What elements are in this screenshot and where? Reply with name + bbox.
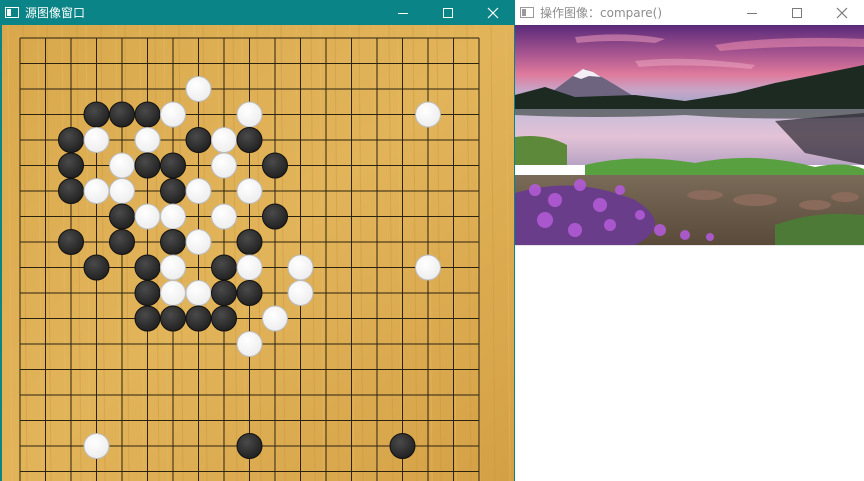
- operation-window-title-bar[interactable]: 操作图像：compare(): [515, 0, 864, 25]
- close-icon: [836, 7, 847, 18]
- white-stone: [211, 203, 237, 230]
- black-stone: [134, 152, 161, 179]
- operation-image-window: 操作图像：compare(): [515, 0, 864, 481]
- black-stone: [236, 229, 263, 255]
- go-board-image: [2, 25, 514, 481]
- minimize-button[interactable]: [380, 0, 425, 25]
- black-stone: [211, 280, 237, 306]
- black-stone: [134, 101, 161, 128]
- black-stone: [236, 280, 263, 306]
- white-stone: [236, 254, 263, 281]
- close-icon: [487, 7, 498, 18]
- white-stone: [83, 433, 110, 459]
- black-stone: [211, 254, 237, 281]
- white-stone: [211, 152, 237, 179]
- minimize-button[interactable]: [729, 0, 774, 25]
- close-button[interactable]: [470, 0, 515, 25]
- white-stone: [134, 203, 161, 230]
- black-stone: [134, 280, 161, 306]
- black-stone: [109, 101, 135, 128]
- black-stone: [160, 229, 186, 255]
- white-stone: [236, 331, 263, 357]
- black-stone: [160, 305, 186, 332]
- black-stone: [160, 178, 186, 204]
- black-stone: [262, 152, 288, 179]
- white-stone: [262, 305, 288, 332]
- source-image-window: 源图像窗口: [0, 0, 515, 481]
- operation-window-title: 操作图像：compare(): [540, 6, 663, 20]
- white-stone: [83, 127, 110, 153]
- white-stone: [211, 127, 237, 153]
- black-stone: [109, 203, 135, 230]
- black-stone: [211, 305, 237, 332]
- minimize-icon: [397, 12, 408, 14]
- white-stone: [287, 254, 314, 281]
- black-stone: [109, 229, 135, 255]
- black-stone: [58, 152, 84, 179]
- white-stone: [287, 280, 314, 306]
- close-button[interactable]: [819, 0, 864, 25]
- white-stone: [415, 254, 441, 281]
- black-stone: [83, 254, 110, 281]
- white-stone: [236, 178, 263, 204]
- black-stone: [83, 101, 110, 128]
- black-stone: [236, 433, 263, 459]
- black-stone: [389, 433, 416, 459]
- white-stone: [185, 229, 212, 255]
- black-stone: [58, 229, 84, 255]
- black-stone: [185, 127, 212, 153]
- maximize-button[interactable]: [425, 0, 470, 25]
- maximize-button[interactable]: [774, 0, 819, 25]
- white-stone: [109, 178, 135, 204]
- source-window-title-bar[interactable]: 源图像窗口: [0, 0, 515, 25]
- black-stone: [134, 305, 161, 332]
- white-stone: [109, 152, 135, 179]
- window-app-icon: [520, 7, 534, 18]
- black-stone: [160, 152, 186, 179]
- black-stone: [185, 305, 212, 332]
- black-stone: [58, 127, 84, 153]
- minimize-icon: [746, 12, 757, 14]
- black-stone: [236, 127, 263, 153]
- white-stone: [83, 178, 110, 204]
- white-stone: [185, 280, 212, 306]
- white-stone: [160, 203, 186, 230]
- source-window-title: 源图像窗口: [25, 6, 86, 20]
- landscape-photo: [515, 25, 864, 245]
- white-stone: [160, 101, 186, 128]
- black-stone: [58, 178, 84, 204]
- maximize-icon: [442, 7, 453, 18]
- white-stone: [185, 178, 212, 204]
- white-stone: [160, 280, 186, 306]
- black-stone: [134, 254, 161, 281]
- white-stone: [185, 76, 212, 102]
- maximize-icon: [791, 7, 802, 18]
- white-stone: [236, 101, 263, 128]
- white-stone: [134, 127, 161, 153]
- window-app-icon: [5, 7, 19, 18]
- black-stone: [262, 203, 288, 230]
- image-bottom-edge: [515, 245, 864, 246]
- white-stone: [160, 254, 186, 281]
- white-stone: [415, 101, 441, 128]
